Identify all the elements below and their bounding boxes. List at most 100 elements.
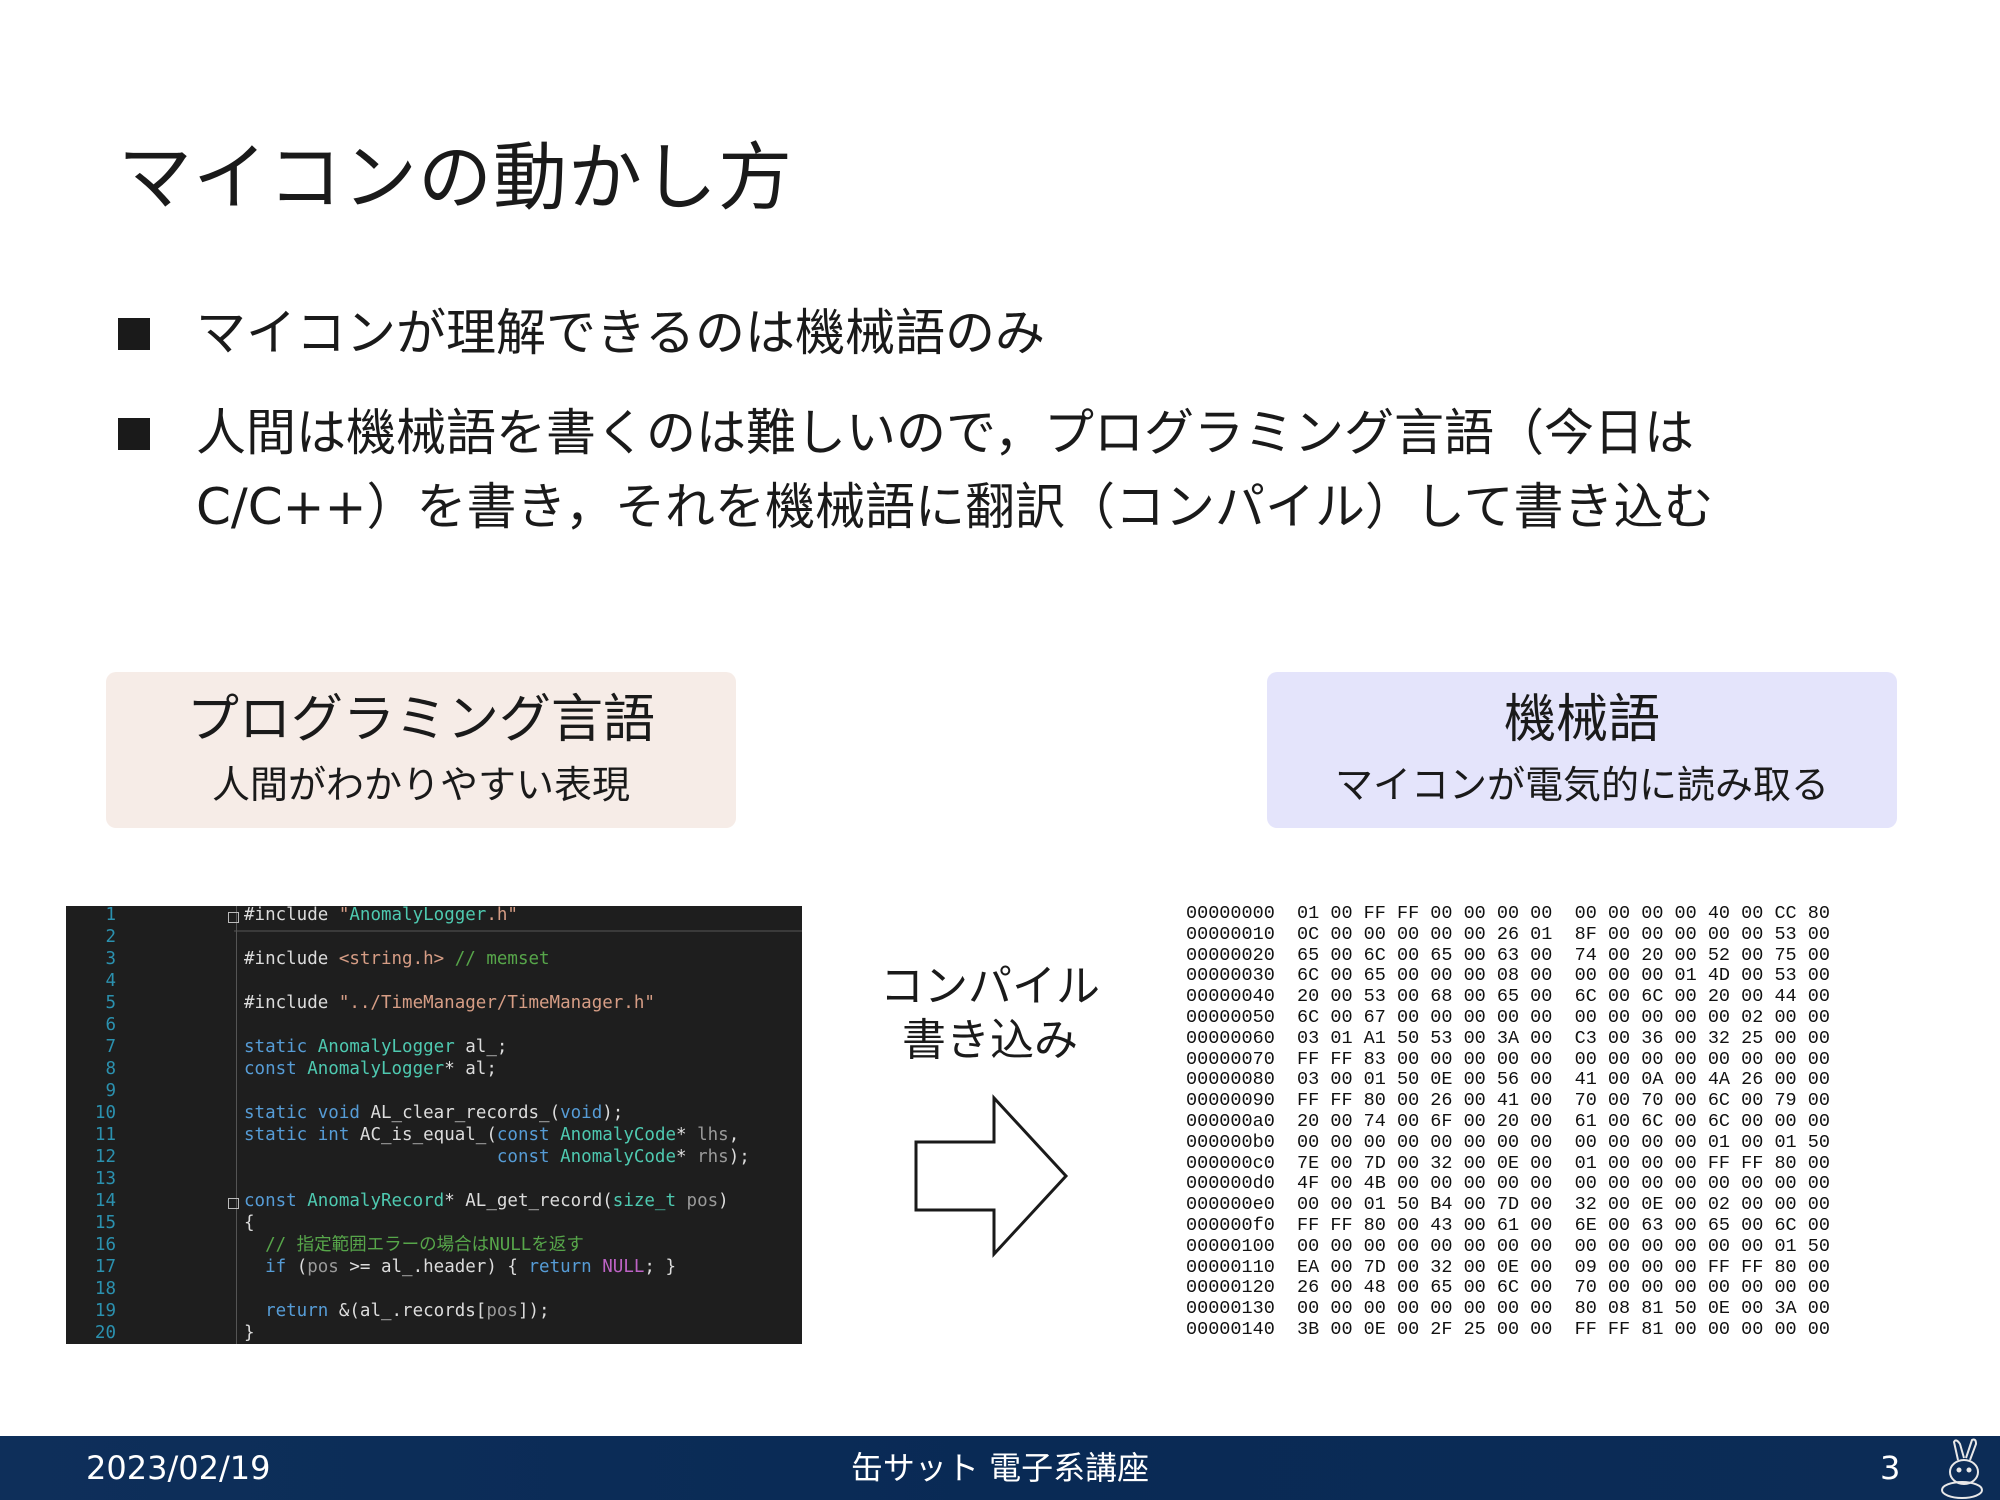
hex-row: 00000140 3B 00 0E 00 2F 25 00 00 FF FF 8…	[1186, 1318, 1830, 1341]
hex-address: 000000b0	[1186, 1131, 1275, 1153]
hex-row: 000000f0 FF FF 80 00 43 00 61 00 6E 00 6…	[1186, 1214, 1830, 1237]
code-line: 14 const AnomalyRecord* AL_get_record(siz…	[66, 1190, 802, 1212]
code-line: 18	[66, 1278, 802, 1300]
code-line: 20}	[66, 1322, 802, 1344]
machine-language-card: 機械語 マイコンが電気的に読み取る	[1267, 672, 1897, 828]
source-code-screenshot: 1 #include "AnomalyLogger.h" 2 3 #include <s…	[66, 906, 802, 1344]
hex-row: 00000110 EA 00 7D 00 32 00 0E 00 09 00 0…	[1186, 1256, 1830, 1279]
hex-bytes: C3 00 36 00 32 25 00 00	[1574, 1027, 1830, 1049]
hex-bytes: 26 00 48 00 65 00 6C 00	[1297, 1277, 1553, 1299]
code-text: // 指定範囲エラーの場合はNULLを返す	[244, 1235, 584, 1255]
card-subtitle: 人間がわかりやすい表現	[211, 763, 630, 807]
hex-address: 00000090	[1186, 1090, 1275, 1112]
hex-bytes: 00 00 00 00 00 02 00 00	[1574, 1006, 1830, 1028]
code-line: 4	[66, 970, 802, 992]
card-title: プログラミング言語	[186, 690, 655, 750]
hex-bytes: 00 00 00 00 00 00 00 00	[1297, 1235, 1553, 1257]
code-text: #include "AnomalyLogger.h"	[244, 906, 518, 925]
code-line: 8 const AnomalyLogger* al;	[66, 1058, 802, 1080]
hex-address: 00000120	[1186, 1277, 1275, 1299]
compile-label: コンパイル 書き込み	[870, 960, 1110, 1068]
hex-address: 000000a0	[1186, 1110, 1275, 1132]
hex-bytes: FF FF 81 00 00 00 00 00	[1574, 1318, 1830, 1340]
code-text: static void AL_clear_records_(void);	[244, 1103, 624, 1123]
hex-bytes: 03 00 01 50 0E 00 56 00	[1297, 1069, 1553, 1091]
compile-label-line: 書き込み	[902, 1015, 1078, 1066]
line-number: 11	[94, 1125, 116, 1145]
hex-address: 00000060	[1186, 1027, 1275, 1049]
hex-address: 00000110	[1186, 1256, 1275, 1278]
line-number: 15	[94, 1213, 116, 1233]
hex-address: 000000e0	[1186, 1194, 1275, 1216]
hex-bytes: 00 00 00 00 00 00 01 50	[1574, 1235, 1830, 1257]
hex-bytes: 20 00 53 00 68 00 65 00	[1297, 986, 1553, 1008]
slide-footer: 2023/02/19 缶サット 電子系講座 3	[0, 1436, 2000, 1500]
code-line: 3 #include <string.h> // memset	[66, 948, 802, 970]
code-line: 11 static int AC_is_equal_(const AnomalyC…	[66, 1124, 802, 1146]
hex-bytes: 4F 00 4B 00 00 00 00 00	[1297, 1173, 1553, 1195]
right-arrow-icon	[914, 1094, 1069, 1258]
code-text: static int AC_is_equal_(const AnomalyCod…	[244, 1125, 740, 1145]
hex-bytes: 6E 00 63 00 65 00 6C 00	[1574, 1214, 1830, 1236]
hex-row: 000000c0 7E 00 7D 00 32 00 0E 00 01 00 0…	[1186, 1152, 1830, 1175]
hex-bytes: 6C 00 6C 00 20 00 44 00	[1574, 986, 1830, 1008]
hex-row: 00000080 03 00 01 50 0E 00 56 00 41 00 0…	[1186, 1069, 1830, 1091]
bullet-text: C/C++）を書き，それを機械語に翻訳（コンパイル）して書き込む	[196, 478, 1714, 536]
code-text: }	[244, 1323, 255, 1343]
hex-bytes: 00 00 00 00 01 00 01 50	[1574, 1131, 1830, 1153]
rabbit-mascot-icon	[1941, 1438, 1983, 1499]
hex-address: 000000c0	[1186, 1152, 1275, 1174]
hex-bytes: 8F 00 00 00 00 00 53 00	[1574, 923, 1830, 945]
square-bullet-icon	[118, 418, 150, 450]
hex-row: 00000040 20 00 53 00 68 00 65 00 6C 00 6…	[1186, 986, 1830, 1008]
code-text: const AnomalyCode* rhs);	[496, 1147, 750, 1167]
code-text: if (pos >= al_.header) { return NULL; }	[265, 1257, 677, 1277]
hex-bytes: 20 00 74 00 6F 00 20 00	[1297, 1110, 1553, 1132]
hex-row: 00000030 6C 00 65 00 00 00 08 00 00 00 0…	[1186, 965, 1830, 987]
hex-row: 00000090 FF FF 80 00 26 00 41 00 70 00 7…	[1186, 1090, 1830, 1112]
line-number: 16	[94, 1235, 116, 1255]
bullet-list: マイコンが理解できるのは機械語のみ 人間は機械語を書くのは難しいので，プログラミ…	[118, 296, 1918, 570]
hex-row: 000000d0 4F 00 4B 00 00 00 00 00 00 00 0…	[1186, 1173, 1830, 1195]
hex-address: 00000040	[1186, 986, 1275, 1008]
hex-address: 00000100	[1186, 1235, 1275, 1257]
hex-row: 00000130 00 00 00 00 00 00 00 00 80 08 8…	[1186, 1298, 1830, 1320]
machine-code-hexdump: 00000000 01 00 FF FF 00 00 00 00 00 00 0…	[1186, 903, 1830, 1341]
line-number: 7	[105, 1037, 116, 1057]
hex-bytes: 09 00 00 00 FF FF 80 00	[1574, 1256, 1830, 1278]
line-number: 14	[94, 1191, 116, 1211]
hex-address: 000000f0	[1186, 1214, 1275, 1236]
hex-row: 000000a0 20 00 74 00 6F 00 20 00 61 00 6…	[1186, 1110, 1830, 1133]
hex-bytes: 00 00 00 01 4D 00 53 00	[1574, 965, 1830, 987]
code-line: 19 return &(al_.records[pos]);	[66, 1300, 802, 1322]
hex-address: 00000010	[1186, 923, 1275, 945]
bullet-text: 人間は機械語を書くのは難しいので，プログラミング言語（今日は	[196, 404, 1694, 462]
slide-title: マイコンの動かし方	[118, 135, 793, 221]
page-number: 3	[1880, 1449, 1901, 1487]
hex-row: 00000070 FF FF 83 00 00 00 00 00 00 00 0…	[1186, 1048, 1830, 1071]
hex-row: 00000000 01 00 FF FF 00 00 00 00 00 00 0…	[1186, 903, 1830, 925]
line-number: 18	[94, 1279, 116, 1299]
line-number: 8	[105, 1059, 116, 1079]
hex-bytes: 00 00 00 00 00 00 00 00	[1297, 1131, 1553, 1153]
code-text: return &(al_.records[pos]);	[265, 1301, 550, 1321]
hex-row: 00000120 26 00 48 00 65 00 6C 00 70 00 0…	[1186, 1277, 1830, 1299]
line-number: 20	[94, 1323, 116, 1343]
hex-address: 00000070	[1186, 1048, 1275, 1070]
line-number: 12	[94, 1147, 116, 1167]
code-text: #include <string.h> // memset	[244, 949, 550, 969]
line-number: 3	[105, 949, 116, 969]
code-text: #include "../TimeManager/TimeManager.h"	[244, 993, 655, 1013]
hex-row: 000000b0 00 00 00 00 00 00 00 00 00 00 0…	[1186, 1131, 1830, 1154]
hex-row: 000000e0 00 00 01 50 B4 00 7D 00 32 00 0…	[1186, 1194, 1830, 1216]
code-text: static AnomalyLogger al_;	[244, 1037, 508, 1057]
hex-address: 00000140	[1186, 1318, 1275, 1340]
hex-bytes: 01 00 00 00 FF FF 80 00	[1574, 1152, 1830, 1174]
compile-label-line: コンパイル	[880, 961, 1100, 1012]
code-line: 7 static AnomalyLogger al_;	[66, 1036, 802, 1058]
line-number: 5	[105, 993, 116, 1013]
hex-bytes: 6C 00 65 00 00 00 08 00	[1297, 965, 1553, 987]
hex-bytes: 0C 00 00 00 00 00 26 01	[1297, 923, 1553, 945]
hex-bytes: 61 00 6C 00 6C 00 00 00	[1574, 1110, 1830, 1132]
hex-bytes: 03 01 A1 50 53 00 3A 00	[1297, 1027, 1553, 1049]
